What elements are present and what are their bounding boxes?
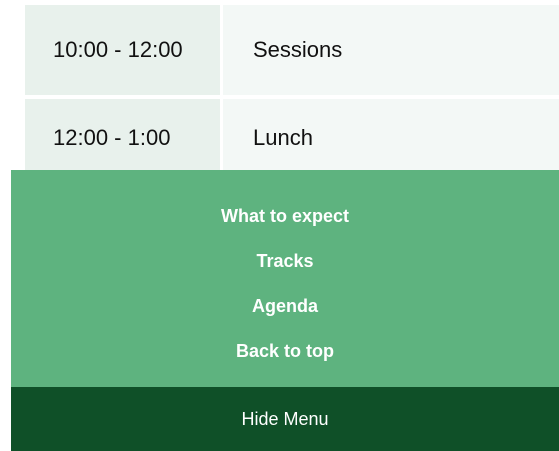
agenda-event-cell: Sessions: [223, 5, 559, 95]
menu-link-tracks[interactable]: Tracks: [256, 250, 313, 272]
agenda-table: 10:00 - 12:00 Sessions 12:00 - 1:00 Lunc…: [25, 5, 559, 175]
menu-link-back-to-top[interactable]: Back to top: [236, 340, 334, 362]
hide-menu-button[interactable]: Hide Menu: [11, 387, 559, 451]
agenda-event-cell: Lunch: [223, 99, 559, 171]
agenda-time-cell: 10:00 - 12:00: [25, 5, 220, 95]
agenda-row: 10:00 - 12:00 Sessions: [25, 5, 559, 95]
menu-link-agenda[interactable]: Agenda: [252, 295, 318, 317]
agenda-time-cell: 12:00 - 1:00: [25, 99, 220, 171]
menu-link-what-to-expect[interactable]: What to expect: [221, 205, 349, 227]
navigation-menu: What to expect Tracks Agenda Back to top: [11, 170, 559, 387]
agenda-row: 12:00 - 1:00 Lunch: [25, 99, 559, 171]
